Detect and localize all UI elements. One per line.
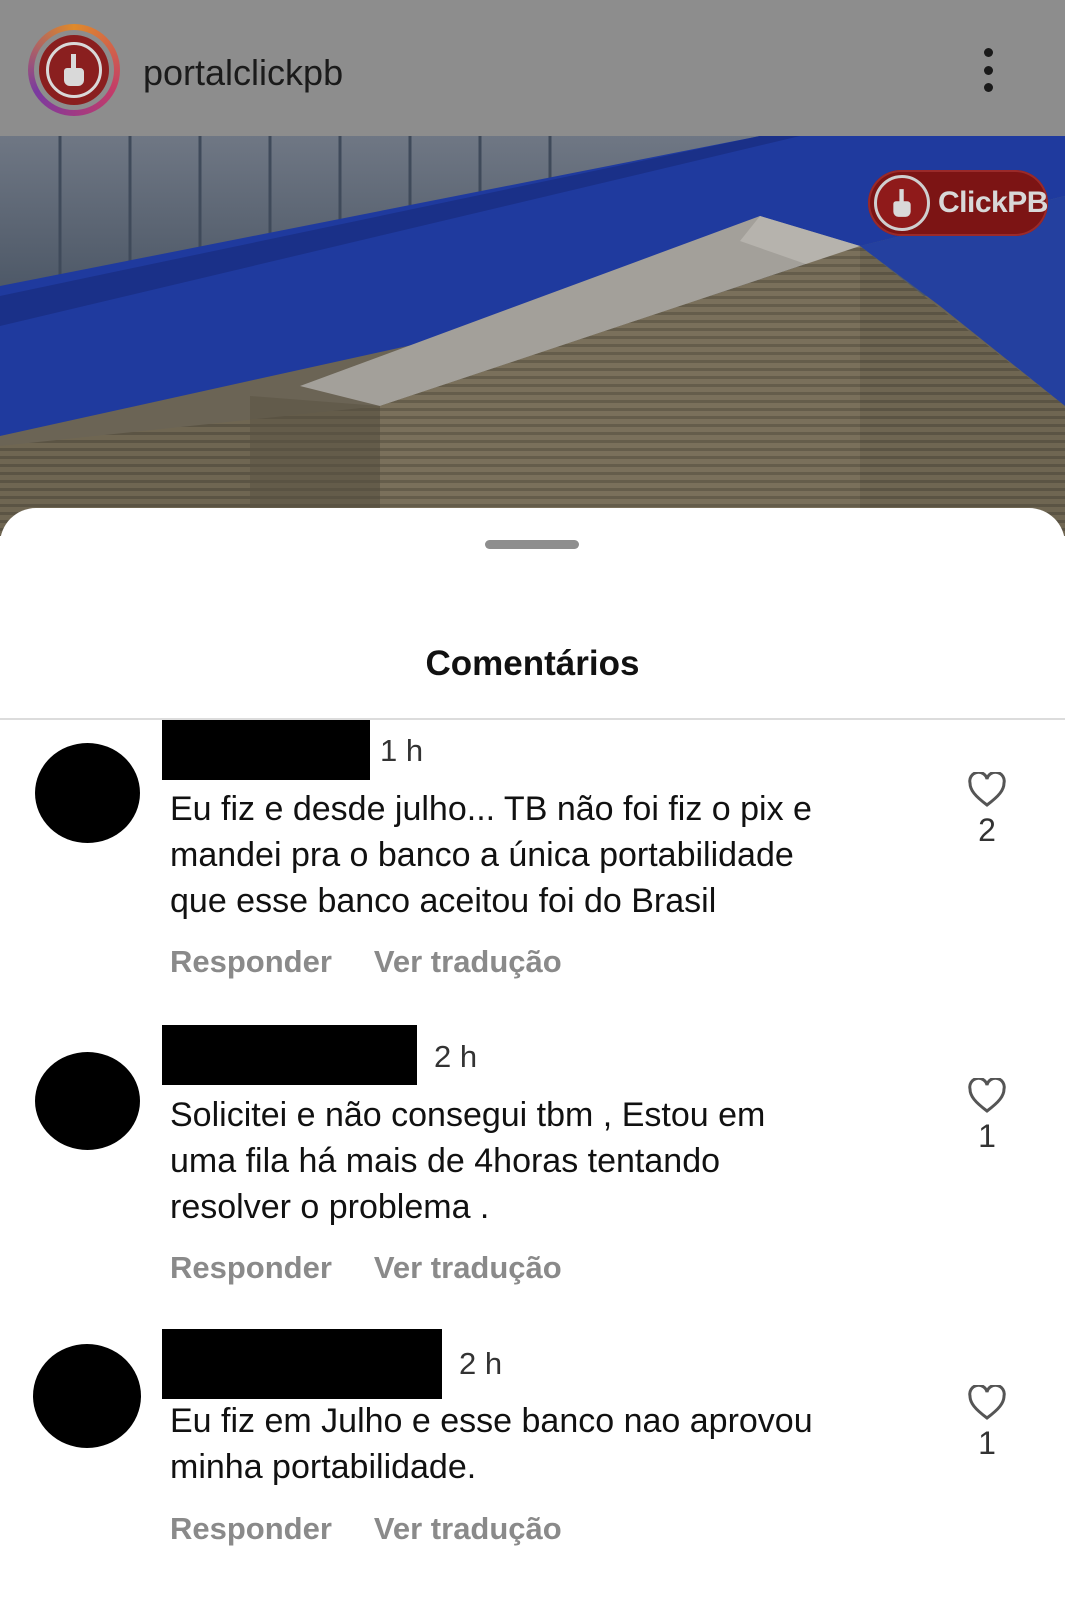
reply-button[interactable]: Responder [170, 944, 332, 980]
like-count: 1 [978, 1118, 996, 1154]
brand-badge: ClickPB [868, 170, 1048, 236]
comment-time: 1 h [380, 733, 424, 768]
like-button[interactable]: 2 [962, 772, 1012, 849]
profile-avatar[interactable] [28, 24, 120, 116]
heart-icon[interactable] [967, 1078, 1007, 1114]
see-translation-button[interactable]: Ver tradução [374, 1250, 562, 1286]
comment-time: 2 h [434, 1039, 478, 1074]
like-button[interactable]: 1 [962, 1078, 1012, 1155]
more-vertical-icon[interactable] [978, 48, 998, 92]
comment-time: 2 h [459, 1346, 503, 1381]
see-translation-button[interactable]: Ver tradução [374, 1511, 562, 1547]
comment-avatar[interactable] [35, 1052, 140, 1150]
pointing-hand-icon [893, 189, 911, 217]
redacted-username[interactable] [162, 1329, 442, 1399]
comment-text: Eu fiz em Julho e esse banco nao aprovou… [170, 1402, 813, 1486]
username[interactable]: portalclickpb [143, 52, 343, 94]
heart-icon[interactable] [967, 772, 1007, 808]
drag-handle[interactable] [485, 540, 579, 549]
like-button[interactable]: 1 [962, 1385, 1012, 1462]
post-header: portalclickpb [0, 0, 1065, 136]
like-count: 2 [978, 812, 996, 848]
reply-button[interactable]: Responder [170, 1250, 332, 1286]
heart-icon[interactable] [967, 1385, 1007, 1421]
comment-text: Eu fiz e desde julho... TB não foi fiz o… [170, 790, 812, 920]
comments-sheet: Comentários 1 h Eu fiz e desde julho... … [0, 508, 1065, 1600]
pointing-hand-icon [64, 54, 84, 86]
redacted-username[interactable] [162, 1025, 417, 1085]
sheet-title: Comentários [425, 644, 640, 683]
like-count: 1 [978, 1425, 996, 1461]
see-translation-button[interactable]: Ver tradução [374, 944, 562, 980]
comment-avatar[interactable] [33, 1344, 141, 1448]
brand-badge-text: ClickPB [938, 186, 1048, 219]
comment-avatar[interactable] [35, 743, 140, 843]
redacted-username[interactable] [162, 720, 370, 780]
reply-button[interactable]: Responder [170, 1511, 332, 1547]
divider [0, 718, 1065, 720]
comment-text: Solicitei e não consegui tbm , Estou em … [170, 1096, 766, 1226]
